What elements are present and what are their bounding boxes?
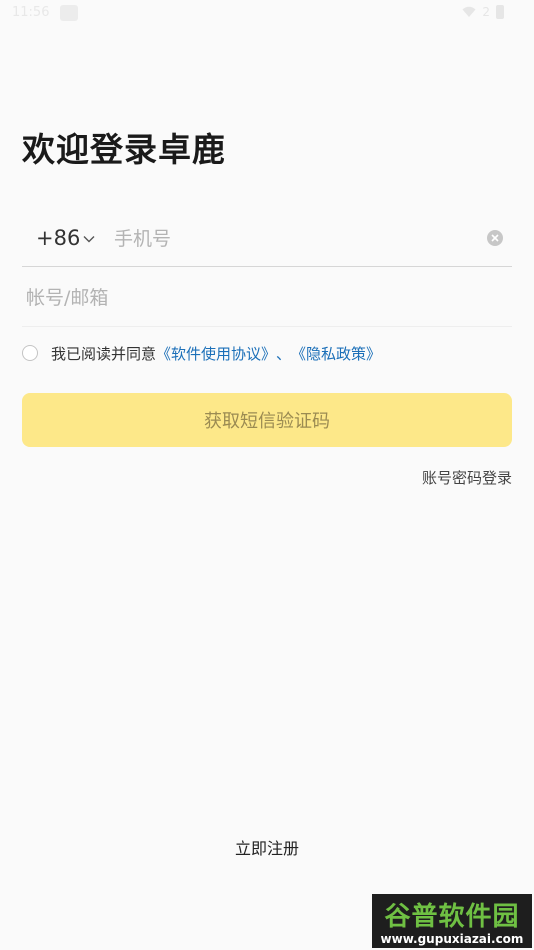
phone-row: +86 <box>22 212 512 267</box>
login-screen: 11:56 2 欢迎登录卓鹿 +86 我已阅读并同意 《软件使用 <box>0 0 534 950</box>
status-time: 11:56 <box>12 5 50 20</box>
software-agreement-link[interactable]: 《软件使用协议》 <box>156 343 276 364</box>
clear-icon[interactable] <box>487 230 503 246</box>
phone-input[interactable] <box>114 222 454 256</box>
chevron-down-icon <box>83 236 95 243</box>
signal-text: 2 <box>482 5 490 19</box>
country-code-selector[interactable]: +86 <box>36 226 95 250</box>
register-link[interactable]: 立即注册 <box>0 835 534 859</box>
privacy-policy-link[interactable]: 《隐私政策》 <box>291 343 381 364</box>
watermark-url: www.gupuxiazai.com <box>372 932 532 946</box>
agreement-row: 我已阅读并同意 《软件使用协议》 、 《隐私政策》 <box>22 342 381 364</box>
agreement-checkbox[interactable] <box>22 345 38 361</box>
account-input[interactable] <box>26 282 496 314</box>
status-bar: 11:56 2 <box>0 0 534 28</box>
watermark-logo-text: 谷普软件园 <box>384 902 520 932</box>
wifi-icon <box>462 6 476 17</box>
country-code-text: +86 <box>36 226 81 250</box>
app-notification-icon <box>60 5 78 21</box>
account-row <box>22 270 512 327</box>
agreement-separator: 、 <box>276 344 292 363</box>
password-login-link[interactable]: 账号密码登录 <box>422 467 512 488</box>
agreement-prefix: 我已阅读并同意 <box>51 344 157 363</box>
page-title: 欢迎登录卓鹿 <box>22 130 226 169</box>
status-indicators: 2 <box>462 5 504 19</box>
get-sms-code-button[interactable]: 获取短信验证码 <box>22 393 512 447</box>
battery-icon <box>496 5 504 19</box>
watermark-logo: 谷普软件园 www.gupuxiazai.com <box>372 894 532 948</box>
